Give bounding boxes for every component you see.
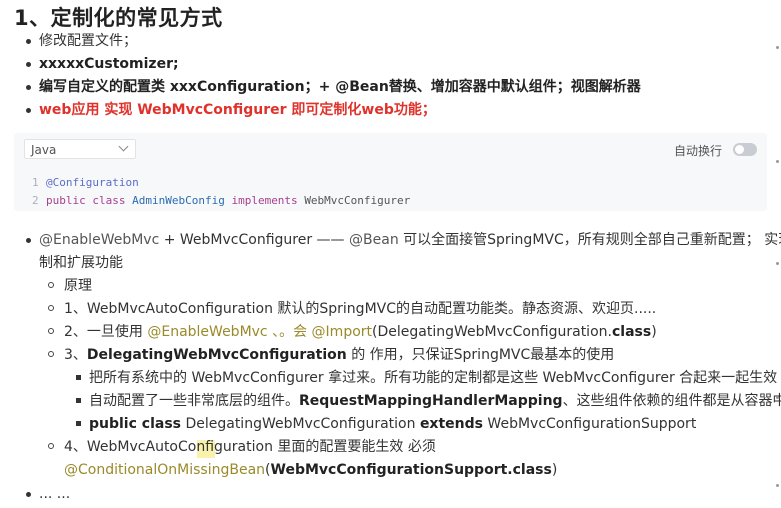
hollow-bullet-icon (48, 443, 54, 449)
wrap-label: 自动换行 (674, 144, 723, 158)
bullet-icon (26, 39, 31, 44)
chevron-down-icon (118, 141, 129, 152)
margin-mark (776, 46, 779, 49)
bullet-icon (26, 108, 31, 113)
hollow-bullet-icon (48, 305, 54, 311)
square-bullet-icon (76, 398, 81, 403)
square-bullet-icon (76, 421, 81, 426)
page-heading: 1、定制化的常见方式 (14, 6, 223, 30)
bullet-icon (26, 62, 31, 67)
margin-mark (776, 160, 779, 163)
toggle-knob (735, 145, 744, 154)
hollow-bullet-icon (48, 282, 54, 288)
margin-mark (776, 484, 779, 487)
sub-item-continuation: @ConditionalOnMissingBean(WebMvcConfigur… (64, 462, 558, 478)
wrap-toggle[interactable] (733, 143, 757, 156)
list-item-continuation: 制和扩展功能 (39, 255, 123, 271)
bullet-icon (26, 492, 31, 497)
margin-mark (776, 396, 779, 399)
square-bullet-icon (76, 375, 81, 380)
language-select[interactable]: Java (24, 139, 136, 159)
code-block: Java 自动换行 1 @Configuration 2 public clas… (14, 133, 767, 211)
margin-mark (776, 262, 779, 265)
bullet-icon (26, 85, 31, 90)
hollow-bullet-icon (48, 351, 54, 357)
hollow-bullet-icon (48, 328, 54, 334)
bullet-icon (26, 238, 31, 243)
